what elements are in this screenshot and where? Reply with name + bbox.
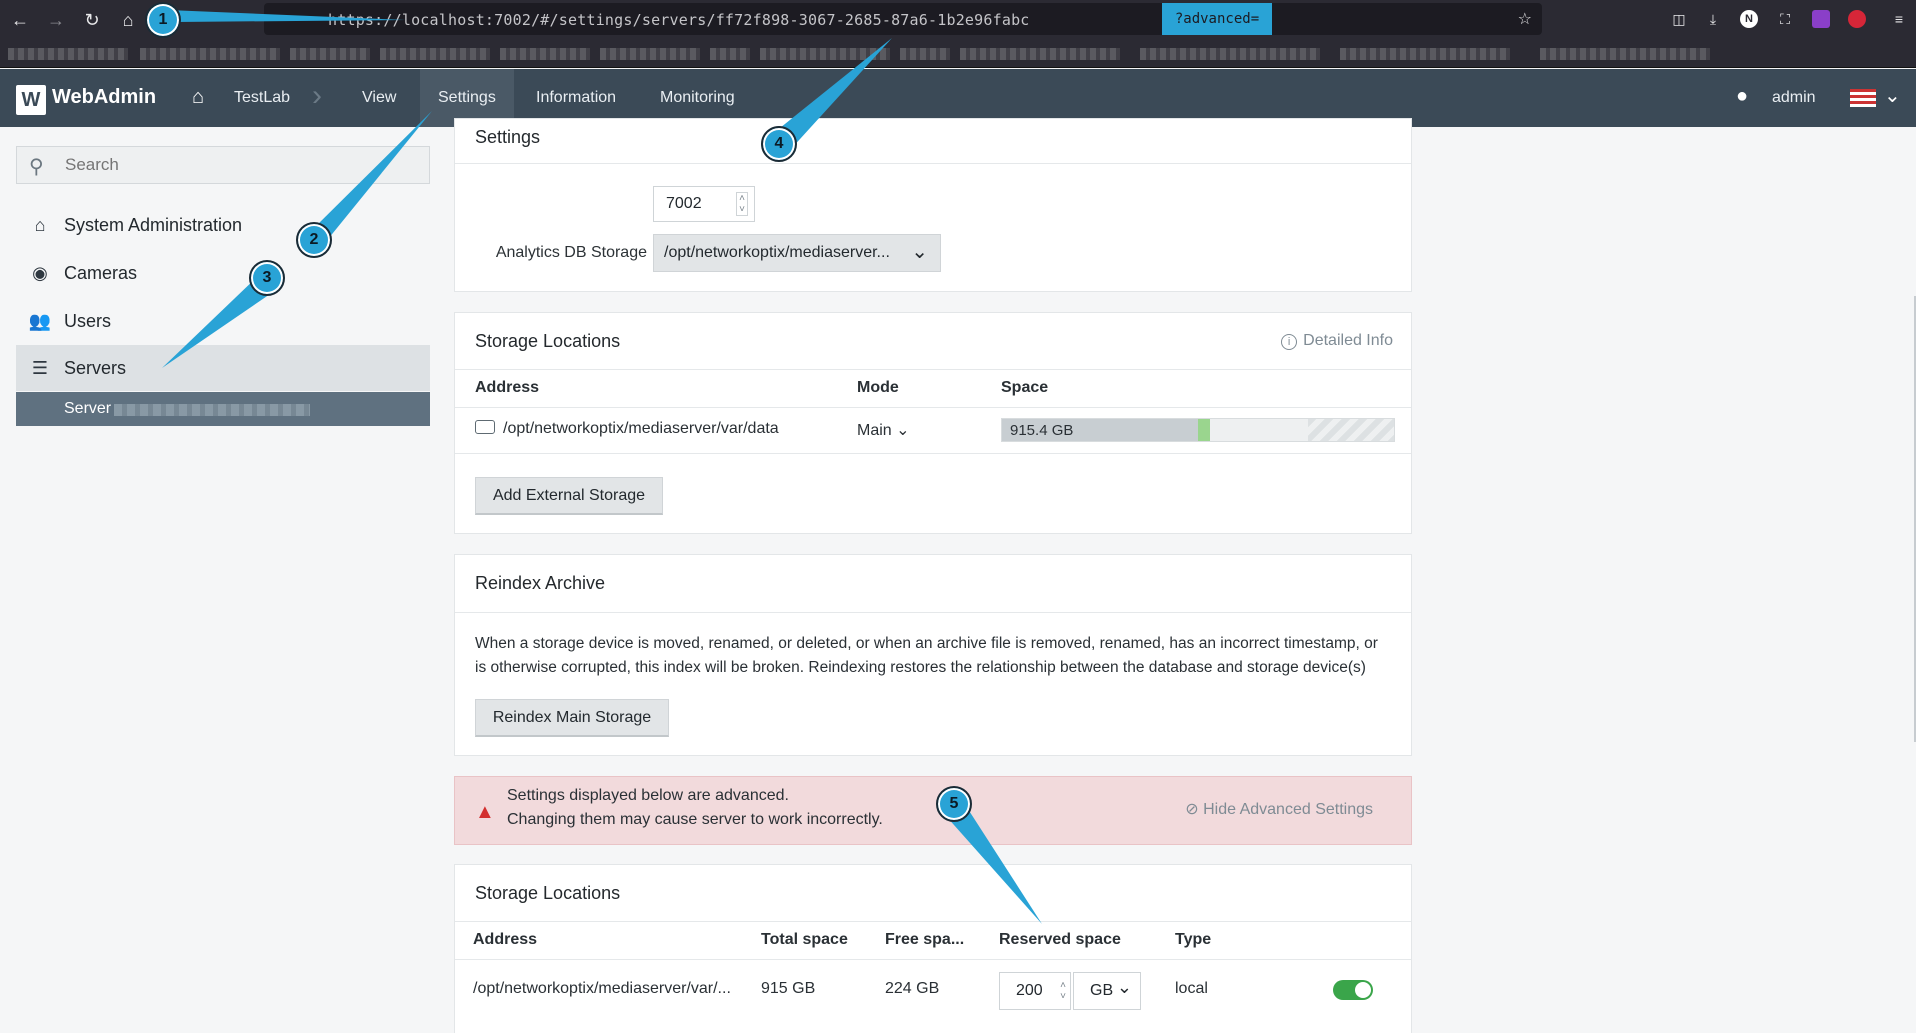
callout-pointer-5 — [946, 806, 1042, 924]
callout-marker-1: 1 — [145, 2, 181, 38]
callout-marker-5: 5 — [936, 786, 972, 822]
callout-marker-3: 3 — [249, 260, 285, 296]
callout-pointer-2 — [310, 111, 432, 244]
callout-marker-4: 4 — [761, 126, 797, 162]
annotation-overlay — [162, 10, 1042, 924]
callout-marker-2: 2 — [296, 222, 332, 258]
callout-pointer-1 — [168, 10, 405, 22]
